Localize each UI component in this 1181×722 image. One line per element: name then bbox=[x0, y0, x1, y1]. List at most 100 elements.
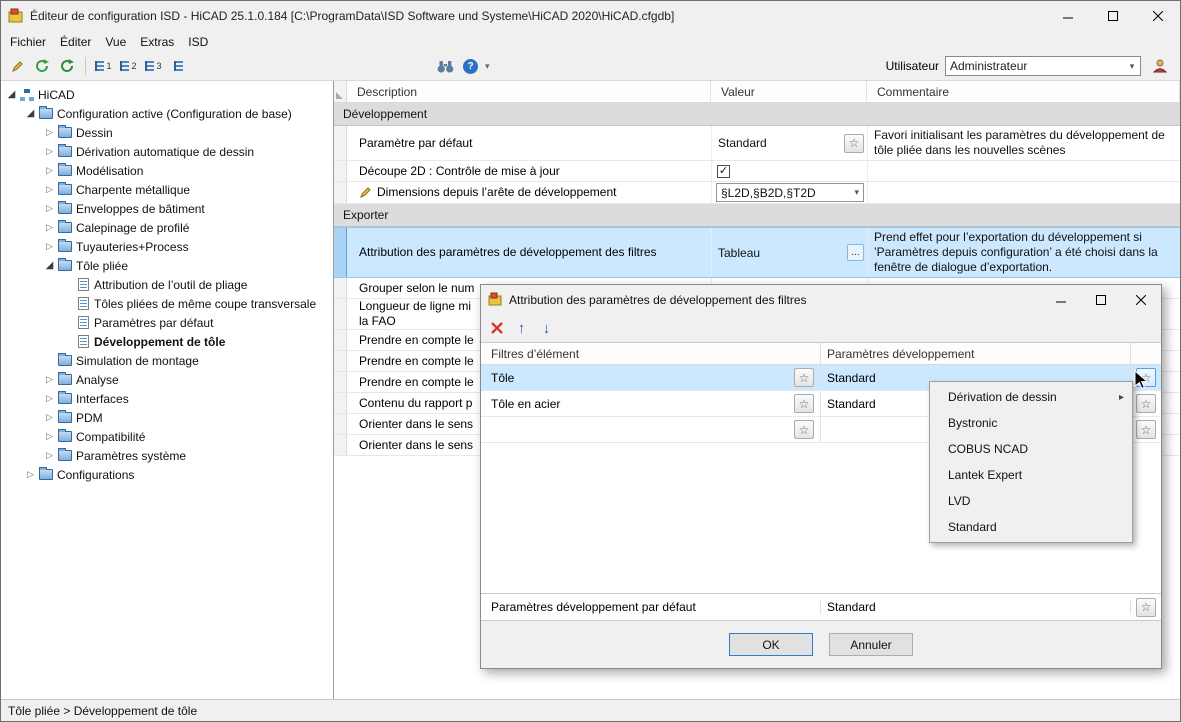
refresh-button[interactable] bbox=[31, 55, 54, 78]
filter-favorite-button[interactable]: ☆ bbox=[794, 368, 814, 387]
tree-item[interactable]: Tôles pliées de même coupe transversale bbox=[1, 294, 333, 313]
tree-item[interactable]: Développement de tôle bbox=[1, 332, 333, 351]
tree-item[interactable]: Paramètres par défaut bbox=[1, 313, 333, 332]
table-row[interactable]: Paramètre par défautStandard☆Favori init… bbox=[334, 126, 1180, 161]
tree-item[interactable]: ◢ HiCAD bbox=[1, 85, 333, 104]
expand-arrow-icon[interactable]: ▷ bbox=[43, 412, 56, 423]
ok-button[interactable]: OK bbox=[729, 633, 813, 656]
menubar-item[interactable]: Extras bbox=[133, 33, 181, 51]
default-favorite-button[interactable]: ☆ bbox=[1136, 598, 1156, 617]
table-row[interactable]: Dimensions depuis l’arête de développeme… bbox=[334, 182, 1180, 204]
dialog-titlebar[interactable]: Attribution des paramètres de développem… bbox=[481, 285, 1161, 314]
expand-arrow-icon[interactable]: ▷ bbox=[43, 222, 56, 233]
help-button[interactable]: ? bbox=[459, 55, 482, 78]
user-combobox[interactable]: Administrateur ▾ bbox=[945, 56, 1141, 76]
expand-arrow-icon[interactable]: ▷ bbox=[43, 146, 56, 157]
context-menu-item[interactable]: Standard bbox=[930, 514, 1132, 540]
param-favorite-button[interactable]: ☆ bbox=[1136, 394, 1156, 413]
tree-item[interactable]: ▷Enveloppes de bâtiment bbox=[1, 199, 333, 218]
column-header-params[interactable]: Paramètres développement bbox=[821, 343, 1131, 364]
context-menu-item[interactable]: Bystronic bbox=[930, 410, 1132, 436]
expand-arrow-icon[interactable]: ▷ bbox=[43, 127, 56, 138]
expand-arrow-icon[interactable]: ▷ bbox=[43, 450, 56, 461]
tree-item[interactable]: ▷PDM bbox=[1, 408, 333, 427]
cancel-button[interactable]: Annuler bbox=[829, 633, 913, 656]
menubar-item[interactable]: Fichier bbox=[3, 33, 53, 51]
expand-level-2-button[interactable]: 2 bbox=[117, 55, 140, 78]
expand-level-1-button[interactable]: 1 bbox=[92, 55, 115, 78]
tree-item[interactable]: ▷Calepinage de profilé bbox=[1, 218, 333, 237]
tree-item[interactable]: ◢Configuration active (Configuration de … bbox=[1, 104, 333, 123]
expand-arrow-icon[interactable]: ▷ bbox=[43, 241, 56, 252]
cell-filter: ☆ bbox=[481, 417, 821, 442]
tree-item[interactable]: ▷Configurations bbox=[1, 465, 333, 484]
collapse-arrow-icon[interactable]: ◢ bbox=[43, 260, 56, 271]
tree-item[interactable]: Attribution de l’outil de pliage bbox=[1, 275, 333, 294]
dialog-maximize-button[interactable] bbox=[1081, 285, 1121, 314]
param-favorite-button[interactable]: ☆ bbox=[1136, 420, 1156, 439]
folder-icon bbox=[39, 469, 53, 480]
expand-arrow-icon[interactable]: ▷ bbox=[43, 184, 56, 195]
collapse-arrow-icon[interactable]: ◢ bbox=[24, 108, 37, 119]
tree-item[interactable]: ▷Analyse bbox=[1, 370, 333, 389]
column-header-commentaire[interactable]: Commentaire bbox=[867, 81, 1180, 102]
tree-item[interactable]: ▷Paramètres système bbox=[1, 446, 333, 465]
expand-arrow-icon[interactable]: ▷ bbox=[24, 469, 37, 480]
tree-item[interactable]: ◢Tôle pliée bbox=[1, 256, 333, 275]
default-param-row[interactable]: Paramètres développement par défaut Stan… bbox=[481, 593, 1161, 621]
chevron-down-icon[interactable]: ▾ bbox=[1124, 61, 1140, 72]
expand-arrow-icon[interactable]: ▷ bbox=[43, 203, 56, 214]
table-row[interactable]: Découpe 2D : Contrôle de mise à jour✓ bbox=[334, 161, 1180, 182]
move-down-button[interactable]: ↓ bbox=[535, 317, 558, 340]
table-row[interactable]: Attribution des paramètres de développem… bbox=[334, 227, 1180, 278]
tree-item-label: HiCAD bbox=[38, 88, 75, 102]
tree-item[interactable]: ▷Tuyauteries+Process bbox=[1, 237, 333, 256]
column-header-description[interactable]: Description bbox=[347, 81, 711, 102]
menubar-item[interactable]: Vue bbox=[98, 33, 133, 51]
tree-item[interactable]: ▷Charpente métallique bbox=[1, 180, 333, 199]
context-menu-item[interactable]: Dérivation de dessin▸ bbox=[930, 384, 1132, 410]
user-manager-button[interactable] bbox=[1148, 55, 1171, 78]
tree-item[interactable]: Simulation de montage bbox=[1, 351, 333, 370]
cell-description: Attribution des paramètres de développem… bbox=[347, 228, 711, 277]
close-button[interactable] bbox=[1135, 1, 1180, 31]
menubar-item[interactable]: Éditer bbox=[53, 33, 98, 51]
dialog-close-button[interactable] bbox=[1121, 285, 1161, 314]
tree-item[interactable]: ▷Dessin bbox=[1, 123, 333, 142]
context-menu-item[interactable]: LVD bbox=[930, 488, 1132, 514]
expand-level-3-button[interactable]: 3 bbox=[142, 55, 165, 78]
tree-item[interactable]: ▷Compatibilité bbox=[1, 427, 333, 446]
context-menu-item[interactable]: Lantek Expert bbox=[930, 462, 1132, 488]
column-header-valeur[interactable]: Valeur bbox=[711, 81, 867, 102]
folder-icon bbox=[58, 165, 72, 176]
minimize-button[interactable] bbox=[1045, 1, 1090, 31]
expand-arrow-icon[interactable]: ▷ bbox=[43, 374, 56, 385]
delete-row-button[interactable] bbox=[485, 317, 508, 340]
value-dropdown[interactable]: §L2D,§B2D,§T2D▾ bbox=[716, 183, 864, 202]
menubar-item[interactable]: ISD bbox=[181, 33, 215, 51]
expand-arrow-icon[interactable]: ▷ bbox=[43, 431, 56, 442]
collapse-arrow-icon[interactable]: ◢ bbox=[5, 89, 18, 100]
column-header-filters[interactable]: Filtres d’élément bbox=[481, 343, 821, 364]
favorite-button[interactable]: ☆ bbox=[844, 134, 864, 153]
reload-all-button[interactable] bbox=[56, 55, 79, 78]
titlebar[interactable]: Éditeur de configuration ISD - HiCAD 25.… bbox=[1, 1, 1180, 31]
context-menu-item[interactable]: COBUS NCAD bbox=[930, 436, 1132, 462]
search-button[interactable] bbox=[434, 55, 457, 78]
tree-item[interactable]: ▷Interfaces bbox=[1, 389, 333, 408]
expand-all-button[interactable] bbox=[167, 55, 190, 78]
expand-arrow-icon[interactable]: ▷ bbox=[43, 165, 56, 176]
chevron-down-icon[interactable]: ▾ bbox=[485, 61, 490, 72]
value-checkbox[interactable]: ✓ bbox=[717, 165, 730, 178]
maximize-button[interactable] bbox=[1090, 1, 1135, 31]
dialog-minimize-button[interactable] bbox=[1041, 285, 1081, 314]
ellipsis-button[interactable]: ... bbox=[847, 244, 864, 261]
tree-item[interactable]: ▷Dérivation automatique de dessin bbox=[1, 142, 333, 161]
filter-favorite-button[interactable]: ☆ bbox=[794, 394, 814, 413]
tree-item-label: Développement de tôle bbox=[94, 335, 225, 349]
expand-arrow-icon[interactable]: ▷ bbox=[43, 393, 56, 404]
filter-favorite-button[interactable]: ☆ bbox=[794, 420, 814, 439]
edit-button[interactable] bbox=[6, 55, 29, 78]
tree-item[interactable]: ▷Modélisation bbox=[1, 161, 333, 180]
move-up-button[interactable]: ↑ bbox=[510, 317, 533, 340]
